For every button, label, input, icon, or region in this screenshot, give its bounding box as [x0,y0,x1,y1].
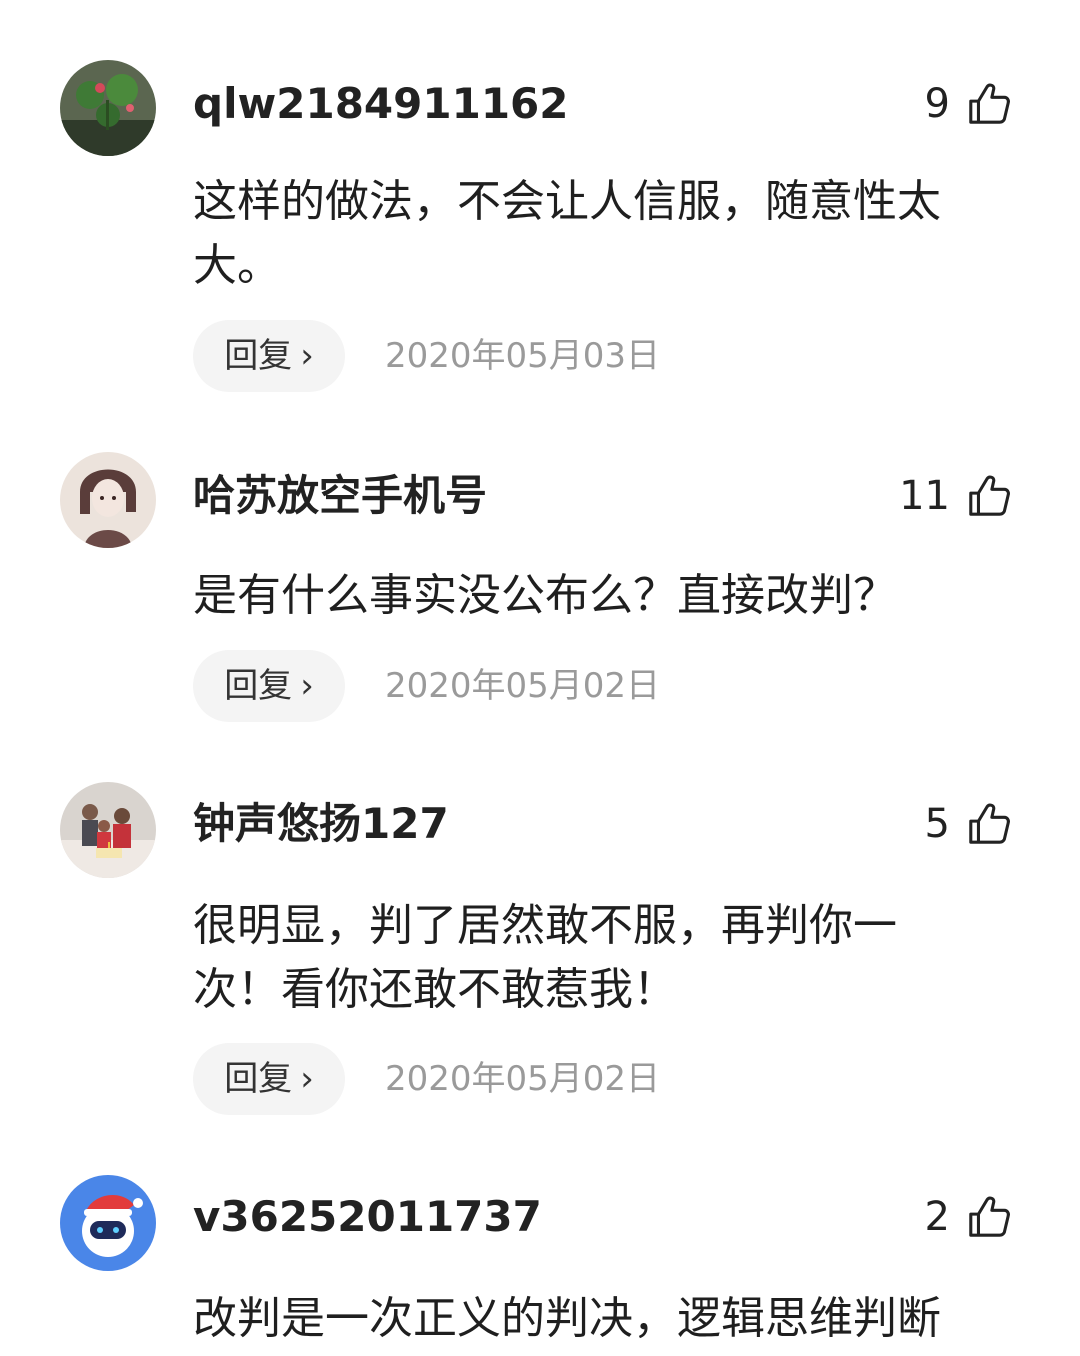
username[interactable]: 钟声悠扬127 [193,798,449,850]
chevron-right-icon: › [300,666,314,706]
comment-date: 2020年05月02日 [385,666,661,706]
anime-portrait-avatar-icon [60,452,156,548]
comment-text: 很明显，判了居然敢不服，再判你一次！看你还敢不敢惹我！ [193,900,897,1015]
username[interactable]: v36252011737 [193,1191,542,1243]
avatar[interactable] [60,782,156,878]
reply-button[interactable]: 回复 › [193,320,345,392]
comment-date: 2020年05月03日 [385,336,661,376]
like-group[interactable]: 5 [925,798,1012,850]
chevron-right-icon: › [300,336,314,376]
reply-button[interactable]: 回复 › [193,650,345,722]
comment-date: 2020年05月02日 [385,1059,661,1099]
avatar[interactable] [60,452,156,548]
avatar[interactable] [60,60,156,156]
reply-label: 回复 [224,1059,293,1099]
reply-button[interactable]: 回复 › [193,1043,345,1115]
like-count: 2 [924,1194,950,1240]
thumbs-up-icon[interactable] [966,1194,1012,1240]
reply-label: 回复 [224,666,293,706]
reply-label: 回复 [224,336,293,376]
lotus-plant-avatar-icon [60,60,156,156]
like-group[interactable]: 11 [899,470,1012,522]
like-count: 9 [924,81,950,127]
like-group[interactable]: 2 [925,1191,1012,1243]
comment-text: 是有什么事实没公布么？直接改判？ [193,570,897,621]
thumbs-up-icon[interactable] [966,801,1012,847]
thumbs-up-icon[interactable] [966,81,1012,127]
username[interactable]: qlw2184911162 [193,78,569,130]
robot-santa-avatar-icon [60,1175,156,1271]
comment-text: 改判是一次正义的判决，逻辑思维判断 [193,1293,941,1344]
family-photo-avatar-icon [60,782,156,878]
avatar[interactable] [60,1175,156,1271]
thumbs-up-icon[interactable] [966,473,1012,519]
comment-text: 这样的做法，不会让人信服，随意性太大。 [193,176,941,291]
like-group[interactable]: 9 [925,78,1012,130]
chevron-right-icon: › [300,1059,314,1099]
username[interactable]: 哈苏放空手机号 [193,470,487,522]
like-count: 11 [899,473,950,519]
like-count: 5 [924,801,950,847]
